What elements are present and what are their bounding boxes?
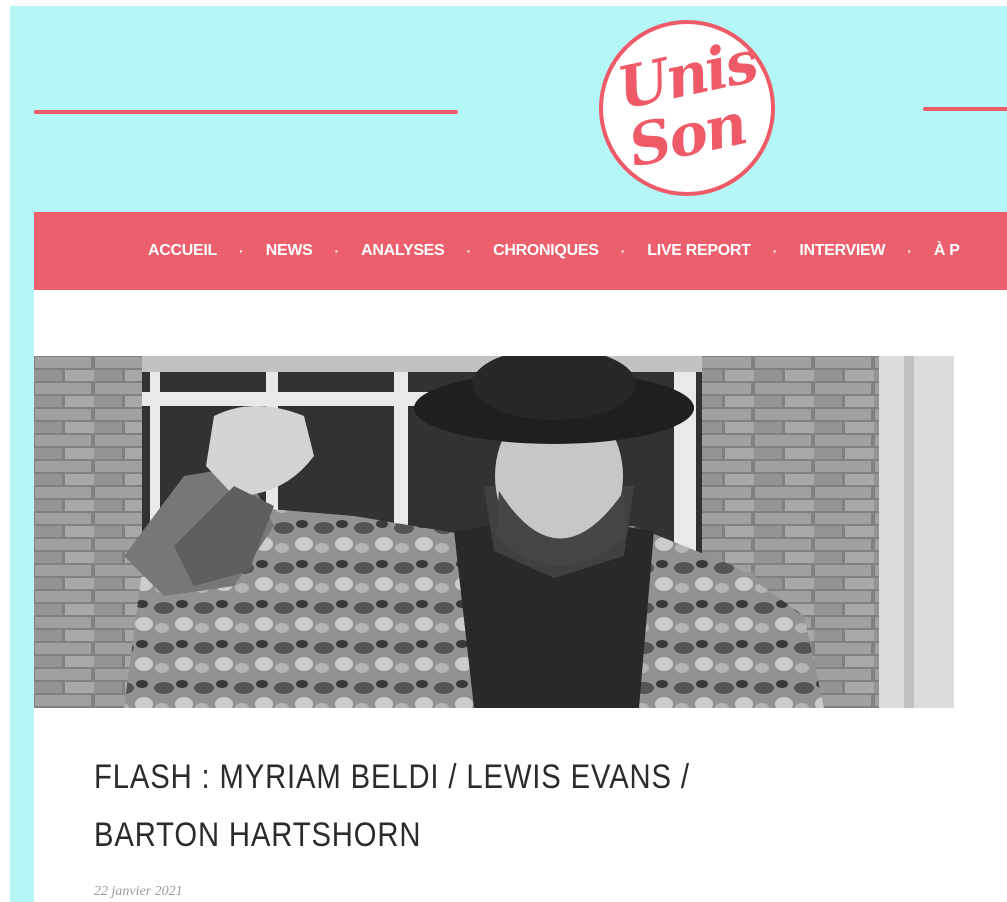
nav-separator: · [620, 243, 626, 259]
nav-item-live-report[interactable]: LIVE REPORT [647, 242, 751, 260]
article-date: 22 janvier 2021 [94, 884, 183, 899]
nav-item-chroniques[interactable]: CHRONIQUES [493, 242, 599, 260]
nav-separator: · [466, 243, 472, 259]
nav-item-accueil[interactable]: ACCUEIL [148, 242, 217, 260]
nav-separator: · [772, 243, 778, 259]
nav-separator: · [907, 243, 912, 259]
nav-items: ACCUEIL · NEWS · ANALYSES · CHRONIQUES ·… [148, 212, 960, 290]
nav-item-interview[interactable]: INTERVIEW [799, 242, 885, 260]
header-divider-left [34, 110, 458, 114]
main-navigation: ACCUEIL · NEWS · ANALYSES · CHRONIQUES ·… [34, 212, 1007, 290]
site-logo[interactable]: Unis Son [599, 20, 775, 196]
header-divider-right [923, 107, 1007, 111]
page-screen: Unis Son ACCUEIL · NEWS · ANALYSES · CHR… [10, 6, 1007, 902]
article-photo[interactable] [34, 356, 954, 708]
nav-separator: · [334, 243, 340, 259]
article-title[interactable]: FLASH : MYRIAM BELDI / LEWIS EVANS / BAR… [94, 748, 748, 864]
nav-separator: · [239, 243, 244, 259]
nav-item-analyses[interactable]: ANALYSES [361, 242, 445, 260]
nav-item-news[interactable]: NEWS [266, 242, 313, 260]
article-content: FLASH : MYRIAM BELDI / LEWIS EVANS / BAR… [34, 290, 1007, 902]
nav-item-truncated[interactable]: À P [934, 242, 960, 260]
